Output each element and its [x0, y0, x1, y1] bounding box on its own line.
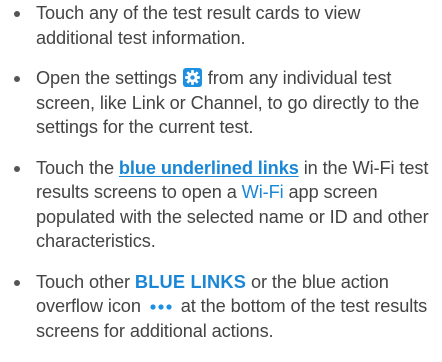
help-tips-document: Touch any of the test result cards to vi…: [0, 1, 442, 362]
tip-item-blue-links: Touch the blue underlined links in the W…: [0, 156, 442, 254]
bullet-icon: [14, 76, 20, 82]
settings-gear-icon: [182, 68, 202, 87]
tip-item-other-links: Touch other BLUE LINKS or the blue actio…: [0, 270, 442, 344]
tip-text-before: Open the settings: [36, 68, 177, 88]
blue-underlined-links-link[interactable]: blue underlined links: [119, 158, 299, 178]
bullet-icon: [14, 11, 20, 17]
bullet-icon: [14, 165, 20, 172]
tip-text-before: Touch the: [36, 157, 114, 178]
wifi-app-link[interactable]: Wi-Fi: [242, 182, 284, 202]
more-actions-icon: [150, 304, 172, 310]
tip-item-settings: Open the settings from any individual te…: [0, 66, 442, 140]
tip-item-result-cards: Touch any of the test result cards to vi…: [0, 1, 442, 50]
tips-list: Touch any of the test result cards to vi…: [0, 1, 442, 343]
bullet-icon: [14, 279, 20, 286]
blue-links-link[interactable]: BLUE LINKS: [135, 272, 246, 292]
tip-text-before: Touch other: [36, 271, 130, 292]
tip-text: Touch any of the test result cards to vi…: [36, 3, 361, 48]
